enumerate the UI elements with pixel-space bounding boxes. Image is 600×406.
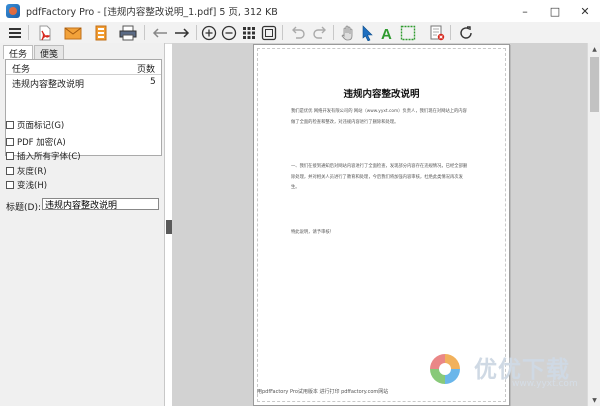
watermark-url: www.yyxt.com [512,379,578,389]
toolbar-separator [333,25,334,40]
option-pdf-encryption[interactable]: PDF 加密(A) [6,136,66,148]
delete-page-icon[interactable] [427,23,447,42]
document-paragraph: 一、我们在接到通知后对网站内容进行了全面检查，发现部分内容存在违规情况，已经全部… [291,164,468,190]
page-marks-checkbox[interactable] [6,121,14,129]
toolbar-separator [282,25,283,40]
column-header-task[interactable]: 任务 [12,62,30,75]
save-icon[interactable] [91,23,111,42]
svg-text:A: A [381,26,392,41]
scroll-down-arrow-icon[interactable]: ▼ [588,394,600,406]
app-logo-icon [6,4,20,18]
toolbar-separator [144,25,145,40]
embed-fonts-checkbox[interactable] [6,152,14,160]
redo-icon[interactable] [310,23,330,42]
select-icon[interactable] [357,23,377,42]
option-lighten[interactable]: 变浅(H) [6,179,47,191]
title-field[interactable] [42,198,159,210]
task-name: 违规内容整改说明 [12,80,85,90]
menu-icon[interactable] [5,23,25,42]
back-icon[interactable] [150,23,170,42]
text-icon[interactable]: A [377,23,397,42]
title-bar: pdfFactory Pro - [违规内容整改说明_1.pdf] 5 页, 3… [0,0,600,23]
option-label: 页面标记(G) [17,121,65,131]
toolbar-separator [450,25,451,40]
window-controls: – □ ✕ [510,0,600,22]
email-icon[interactable] [63,23,83,42]
scrollbar-thumb[interactable] [590,57,599,112]
minimize-button[interactable]: – [510,0,540,22]
option-page-marks[interactable]: 页面标记(G) [6,119,64,131]
toolbar-separator [28,25,29,40]
image-icon[interactable] [398,23,418,42]
document-footer: 用pdfFactory Pro试用版本 进行打印 pdffactory.com网… [257,389,389,395]
document-paragraph: 我们是优优 网络开发有限公司的 网站（www.yyxt.com）负责人，我们现在… [291,109,467,125]
pdf-encryption-checkbox[interactable] [6,138,14,146]
fit-page-icon[interactable] [259,23,279,42]
lighten-checkbox[interactable] [6,181,14,189]
task-panel: 任务 便笺 任务 页数 违规内容整改说明 5 页面标记(G) PDF 加密(A)… [0,43,165,406]
zoom-in-icon[interactable] [199,23,219,42]
maximize-button[interactable]: □ [540,0,570,22]
zoom-out-icon[interactable] [219,23,239,42]
pdf-icon[interactable] [35,23,55,42]
print-icon[interactable] [118,23,138,42]
task-page-count: 5 [150,77,156,87]
option-label: 插入所有字体(C) [17,152,81,162]
close-button[interactable]: ✕ [570,0,600,22]
option-label: 灰度(R) [17,167,47,177]
title-field-label: 标题(D): [6,203,41,213]
option-grayscale[interactable]: 灰度(R) [6,165,47,177]
window-title: pdfFactory Pro - [违规内容整改说明_1.pdf] 5 页, 3… [26,7,278,18]
column-header-pages[interactable]: 页数 [137,62,155,75]
hand-icon[interactable] [337,23,357,42]
option-embed-fonts[interactable]: 插入所有字体(C) [6,150,81,162]
undo-icon[interactable] [288,23,308,42]
panel-tabs: 任务 便笺 [3,45,65,60]
tab-notes[interactable]: 便笺 [34,45,65,60]
watermark: 优优下载 www.yyxt.com [420,338,588,400]
option-label: PDF 加密(A) [17,138,66,148]
toolbar: A [0,22,600,44]
document-title: 违规内容整改说明 [343,89,420,100]
grid-icon[interactable] [239,23,259,42]
task-row[interactable]: 违规内容整改说明 5 [6,77,161,90]
document-paragraph: 特此说明，请予审核！ [291,230,334,235]
vertical-scrollbar[interactable]: ▲ ▼ [587,43,600,406]
tab-tasks[interactable]: 任务 [3,45,34,60]
grayscale-checkbox[interactable] [6,167,14,175]
watermark-logo-icon [429,353,461,385]
refresh-icon[interactable] [456,23,476,42]
scroll-up-arrow-icon[interactable]: ▲ [588,43,600,55]
option-label: 变浅(H) [17,181,48,191]
task-list-header: 任务 页数 [6,62,161,75]
toolbar-separator [196,25,197,40]
forward-icon[interactable] [172,23,192,42]
